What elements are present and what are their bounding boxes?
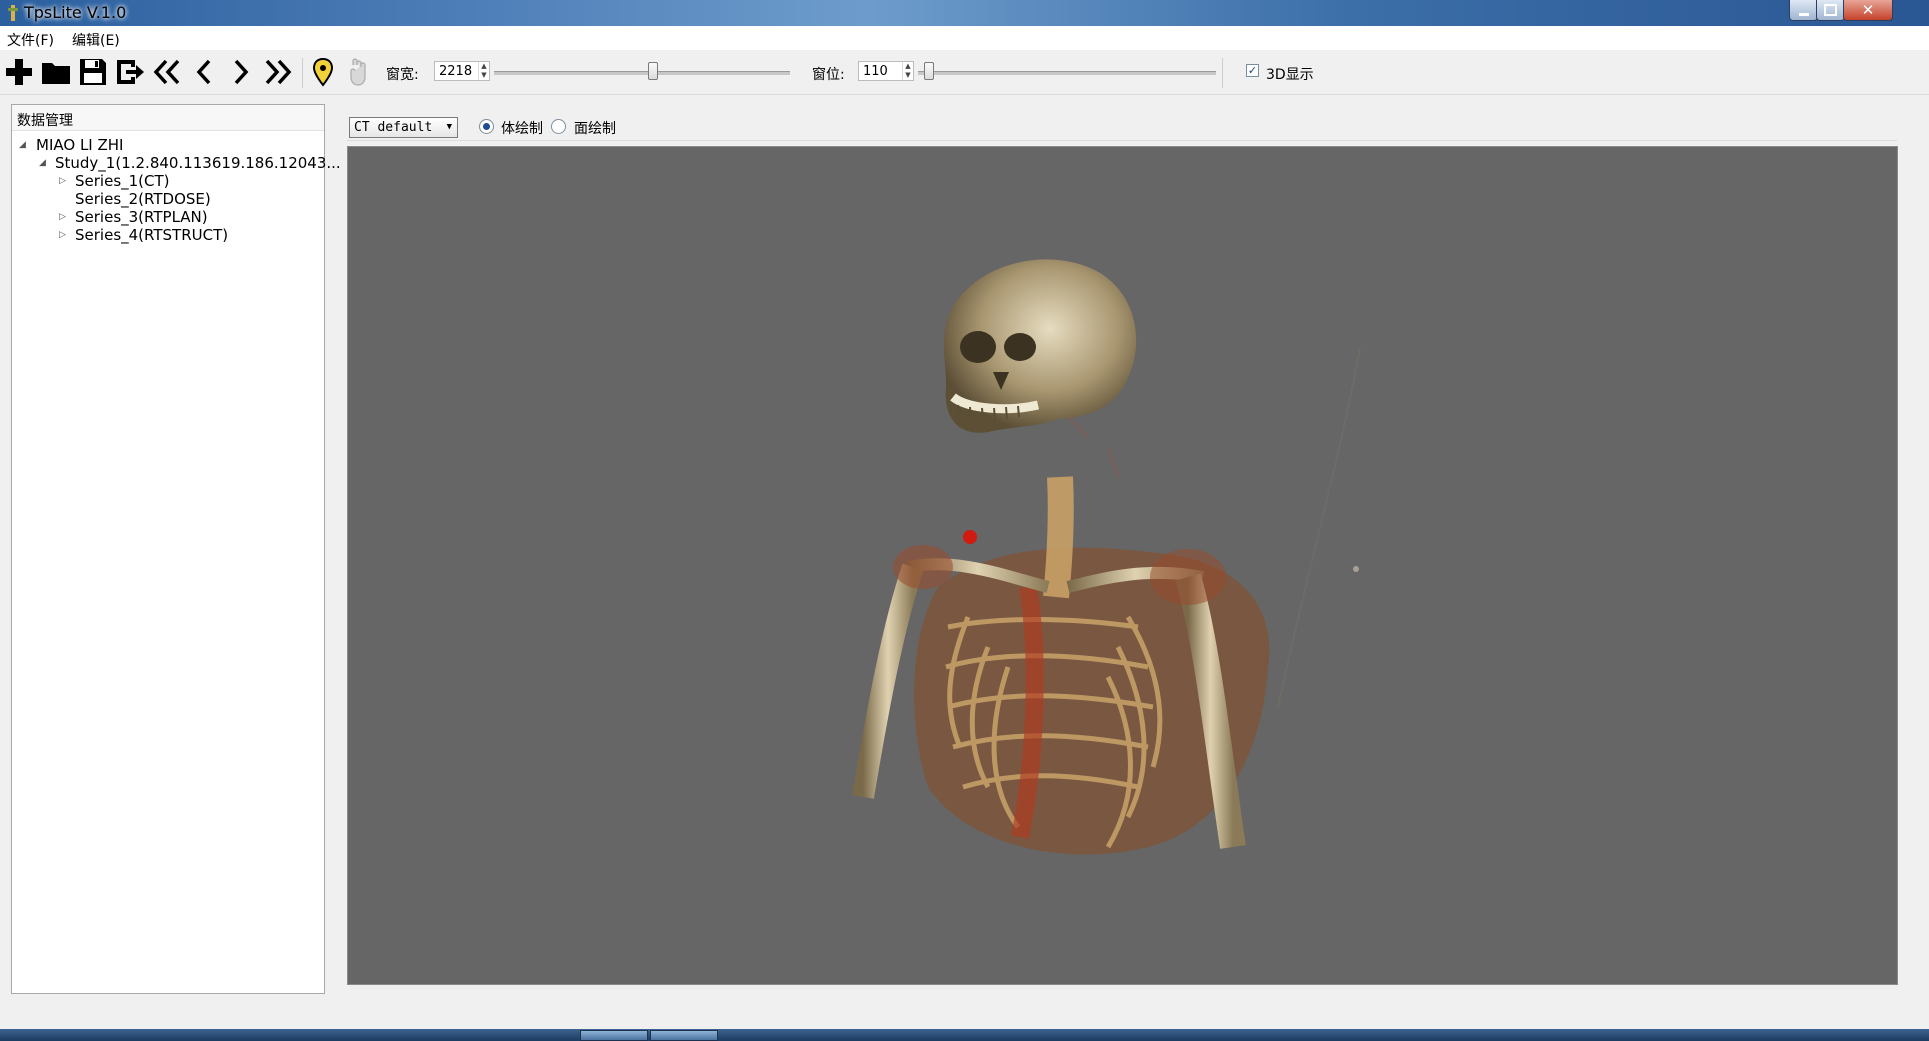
dropdown-arrow-icon: ▼ <box>446 122 452 132</box>
add-icon <box>6 59 32 85</box>
save-icon <box>80 59 106 85</box>
collapse-arrow-icon[interactable]: ▷ <box>59 230 66 240</box>
hand-icon <box>350 58 366 86</box>
display-3d-checkbox[interactable]: ✓ <box>1246 64 1259 77</box>
tree-study[interactable]: Study_1(1.2.840.113619.186.12043... <box>55 154 341 172</box>
volume-render-label: 体绘制 <box>501 121 543 137</box>
spin-arrows-icon[interactable]: ▲ ▼ <box>902 62 913 80</box>
taskbar-item[interactable] <box>580 1030 648 1041</box>
next-icon <box>234 59 249 85</box>
minimize-button[interactable] <box>1789 0 1818 21</box>
first-icon <box>153 59 180 85</box>
tree-patient[interactable]: MIAO LI ZHI <box>36 136 123 154</box>
open-button[interactable] <box>39 56 73 88</box>
surface-render-radio[interactable] <box>551 119 566 134</box>
skeleton-volume-render <box>852 259 1361 855</box>
close-button[interactable]: ✕ <box>1843 0 1893 21</box>
hand-button[interactable] <box>341 56 375 88</box>
data-management-panel: 数据管理 ◢ MIAO LI ZHI ◢ Study_1(1.2.840.113… <box>11 104 341 994</box>
save-button[interactable] <box>76 56 110 88</box>
taskbar-item[interactable] <box>650 1030 718 1041</box>
menu-bar: 文件(F) 编辑(E) <box>0 26 1929 51</box>
os-taskbar <box>0 1029 1929 1041</box>
toolbar-separator <box>1222 58 1223 88</box>
toolbar: 窗宽: 2218 ▲ ▼ 窗位: 110 ▲ ▼ ✓ 3D显示 <box>0 50 1929 95</box>
maximize-button[interactable] <box>1816 0 1845 21</box>
radio-selected-icon <box>483 123 490 130</box>
close-icon: ✕ <box>1861 1 1875 19</box>
tree-series-4[interactable]: Series_4(RTSTRUCT) <box>75 226 228 244</box>
tree-series-2[interactable]: Series_2(RTDOSE) <box>75 190 211 208</box>
app-icon <box>8 5 18 21</box>
last-icon <box>265 59 292 85</box>
tree-series-1[interactable]: Series_1(CT) <box>75 172 170 190</box>
menu-file[interactable]: 文件(F) <box>7 30 54 50</box>
panel-title: 数据管理 <box>12 105 324 131</box>
window-level-slider-handle[interactable] <box>923 62 934 80</box>
display-3d-label: 3D显示 <box>1266 67 1314 83</box>
export-icon <box>117 60 144 84</box>
window-level-slider[interactable] <box>918 71 1216 75</box>
window-level-label: 窗位: <box>812 67 845 83</box>
toolbar-separator <box>302 58 303 88</box>
expand-arrow-icon[interactable]: ◢ <box>19 140 26 150</box>
collapse-arrow-icon[interactable]: ▷ <box>59 212 66 222</box>
collapse-arrow-icon[interactable]: ▷ <box>59 176 66 186</box>
preset-dropdown[interactable]: CT default ▼ <box>349 117 458 138</box>
title-bar: TpsLite V.1.0 ✕ <box>0 0 1929 26</box>
export-button[interactable] <box>113 56 147 88</box>
last-button[interactable] <box>261 56 295 88</box>
window-width-slider[interactable] <box>494 71 790 75</box>
folder-open-icon <box>42 63 70 84</box>
window-title: TpsLite V.1.0 <box>24 3 127 22</box>
window-level-spinbox[interactable]: 110 ▲ ▼ <box>858 61 914 81</box>
first-button[interactable] <box>150 56 184 88</box>
window-width-label: 窗宽: <box>386 67 419 83</box>
marker-button[interactable] <box>306 56 340 88</box>
marker-pin-icon <box>312 57 334 87</box>
preset-value: CT default <box>354 120 433 135</box>
previous-button[interactable] <box>187 56 221 88</box>
expand-arrow-icon[interactable]: ◢ <box>39 158 46 168</box>
restore-icon <box>1824 4 1837 16</box>
window-width-slider-handle[interactable] <box>648 62 659 80</box>
render-viewport-3d[interactable] <box>347 146 1898 985</box>
window-level-value: 110 <box>863 64 888 79</box>
tree-series-3[interactable]: Series_3(RTPLAN) <box>75 208 208 226</box>
spin-arrows-icon[interactable]: ▲ ▼ <box>478 62 489 80</box>
window-width-value: 2218 <box>439 64 473 79</box>
add-button[interactable] <box>2 56 36 88</box>
menu-edit[interactable]: 编辑(E) <box>72 30 120 50</box>
next-button[interactable] <box>224 56 258 88</box>
previous-icon <box>196 59 211 85</box>
minimize-icon <box>1798 12 1809 16</box>
volume-render-radio[interactable] <box>479 119 494 134</box>
surface-render-label: 面绘制 <box>574 121 616 137</box>
window-width-spinbox[interactable]: 2218 ▲ ▼ <box>434 61 490 81</box>
